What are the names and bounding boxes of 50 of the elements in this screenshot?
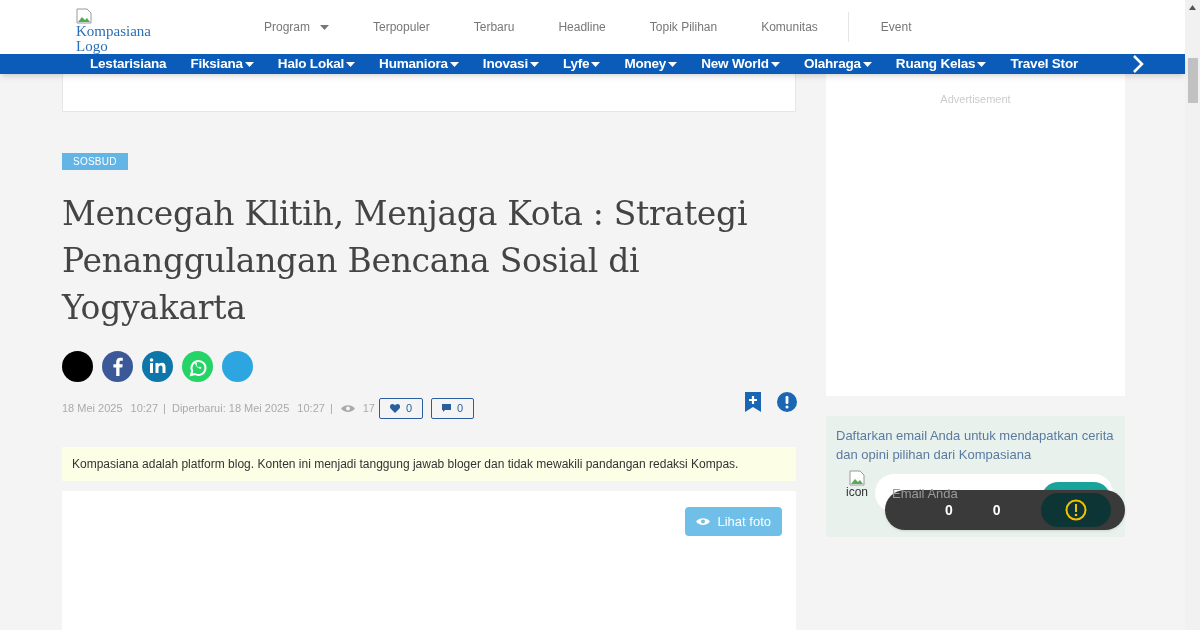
comment-button[interactable]: 0: [431, 397, 475, 419]
disclaimer-notice: Kompasiana adalah platform blog. Konten ini menjadi tanggung jawab bloger dan tidak mewakili pandangan redaksi Kompas.: [62, 447, 796, 482]
broken-image-icon: [849, 470, 865, 487]
menu-link[interactable]: Komunitas: [739, 12, 840, 42]
menu-link[interactable]: Topik Pilihan: [627, 12, 740, 42]
category-link[interactable]: Inovasi: [482, 54, 539, 75]
menu-link[interactable]: Event: [847, 12, 934, 42]
menu-link[interactable]: Terpopuler: [351, 12, 452, 42]
broken-image-icon: [76, 8, 92, 24]
eye-icon: [695, 517, 710, 527]
category-link[interactable]: Fiksiana: [190, 54, 254, 75]
logo-alt-text[interactable]: Kompasiana Logo: [76, 24, 166, 54]
menu-link[interactable]: Terbaru: [451, 12, 537, 42]
publish-time: 10:27: [130, 401, 159, 416]
bookmark-add-icon[interactable]: [745, 392, 761, 413]
category-link[interactable]: Halo Lokal: [277, 54, 356, 75]
updated-date: Diperbarui: 18 Mei 2025: [171, 401, 290, 416]
category-link[interactable]: Humaniora: [379, 54, 459, 75]
like-button[interactable]: 0: [379, 397, 424, 419]
category-link[interactable]: New World: [701, 54, 780, 75]
separator: |: [163, 401, 166, 416]
linkedin-share-icon[interactable]: [142, 351, 173, 383]
category-link[interactable]: Lestarisiana: [90, 54, 167, 75]
menu-link[interactable]: Program: [264, 12, 351, 42]
category-link[interactable]: Lyfe: [562, 54, 601, 75]
category-link[interactable]: Travel Stor: [1010, 54, 1078, 75]
chevron-right-icon[interactable]: [1132, 54, 1144, 75]
comment-icon: [442, 404, 452, 413]
eye-icon: [340, 403, 355, 413]
warning-badge[interactable]: [1040, 493, 1111, 527]
facebook-share-icon[interactable]: [102, 351, 133, 383]
warning-icon: [1064, 499, 1087, 521]
subscribe-text: Daftarkan email Anda untuk mendapatkan cerita dan opini pilihan dari Kompasiana: [836, 427, 1115, 465]
view-count: 17: [362, 401, 375, 416]
separator: |: [329, 401, 333, 416]
image-alt-text: icon: [846, 486, 868, 500]
article-title: Mencegah Klitih, Menjaga Kota : Strategi Penanggulangan Bencana Sosial di Yogyakarta: [62, 193, 749, 330]
reaction-count: 0: [945, 500, 953, 520]
scroll-up-icon[interactable]: [1189, 5, 1196, 10]
x-share-icon[interactable]: [62, 351, 93, 383]
menu-link[interactable]: Headline: [536, 12, 628, 42]
report-icon[interactable]: [777, 392, 797, 413]
updated-time: 10:27: [297, 401, 325, 416]
category-link[interactable]: Ruang Kelas: [895, 54, 987, 75]
category-link[interactable]: Olahraga: [803, 54, 872, 75]
scrollbar-thumb[interactable]: [1187, 58, 1198, 103]
category-link[interactable]: Money: [624, 54, 678, 75]
heart-icon: [390, 403, 400, 413]
reaction-count: 0: [992, 500, 1001, 520]
publish-date: 18 Mei 2025: [62, 401, 123, 416]
